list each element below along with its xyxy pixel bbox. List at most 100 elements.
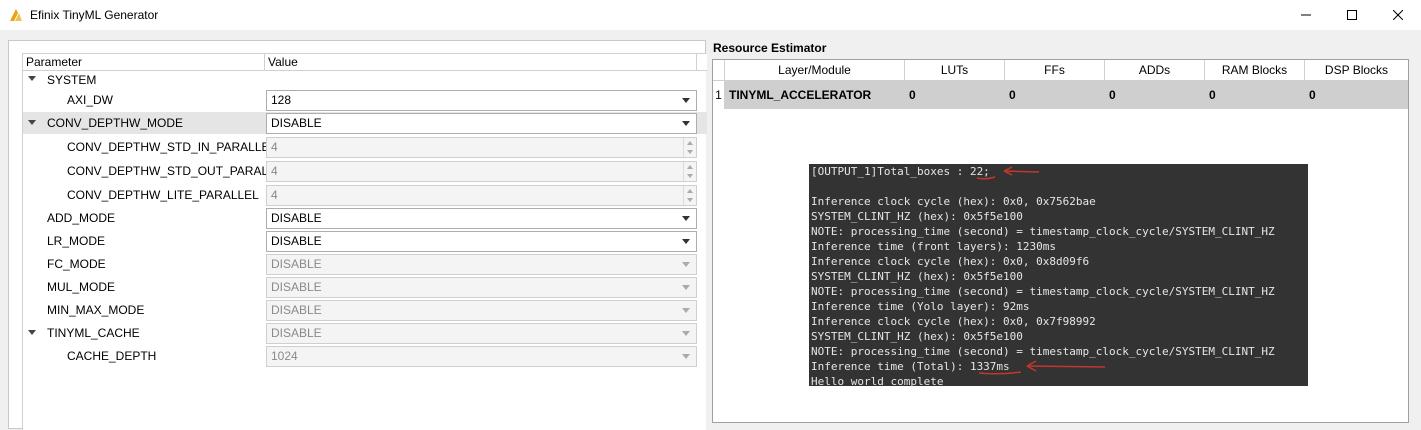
- select-value: DISABLE: [271, 280, 322, 294]
- select-value: DISABLE: [271, 234, 322, 248]
- expand-arrow-icon[interactable]: [27, 328, 37, 338]
- column-header-parameter[interactable]: Parameter: [23, 54, 265, 71]
- tree-row-label: CONV_DEPTHW_MODE: [47, 116, 184, 130]
- spinbox-value: 4: [271, 164, 278, 178]
- chevron-down-icon: [682, 354, 690, 359]
- cell-ffs: 0: [1009, 88, 1016, 102]
- chevron-down-icon: [682, 216, 690, 221]
- column-header-ffs[interactable]: FFs: [1005, 60, 1105, 81]
- lr-mode-select[interactable]: DISABLE: [266, 231, 697, 252]
- chevron-down-icon: [682, 331, 690, 336]
- chevron-down-icon: [682, 308, 690, 313]
- cell-adds: 0: [1109, 88, 1116, 102]
- parameter-tree-header: Parameter Value: [23, 54, 707, 71]
- expand-arrow-icon[interactable]: [27, 74, 37, 84]
- tree-row-conv-depthw-std-out-parallel: CONV_DEPTHW_STD_OUT_PARALLEL 4: [23, 159, 707, 183]
- spin-down-icon[interactable]: [687, 150, 693, 154]
- spin-up-icon[interactable]: [687, 189, 693, 193]
- terminal-output: [OUTPUT_1]Total_boxes : 22; Inference cl…: [809, 164, 1308, 388]
- maximize-icon: [1347, 10, 1357, 20]
- title-bar: Efinix TinyML Generator: [0, 0, 1421, 30]
- tree-row-label: TINYML_CACHE: [47, 326, 140, 340]
- spinbox-buttons[interactable]: [683, 138, 696, 157]
- chevron-down-icon: [682, 285, 690, 290]
- cache-depth-select[interactable]: 1024: [266, 346, 697, 367]
- select-value: DISABLE: [271, 211, 322, 225]
- select-value: DISABLE: [271, 116, 322, 130]
- fc-mode-select[interactable]: DISABLE: [266, 254, 697, 275]
- mul-mode-select[interactable]: DISABLE: [266, 277, 697, 298]
- tree-row-label: FC_MODE: [47, 257, 106, 271]
- axi-dw-select[interactable]: 128: [266, 90, 697, 111]
- column-header-dsp-blocks[interactable]: DSP Blocks: [1305, 60, 1408, 81]
- spin-down-icon[interactable]: [687, 174, 693, 178]
- cell-ram-blocks: 0: [1209, 88, 1216, 102]
- spinbox-value: 4: [271, 188, 278, 202]
- chevron-down-icon: [682, 98, 690, 103]
- spinbox-buttons[interactable]: [683, 162, 696, 181]
- tree-row-fc-mode: FC_MODE DISABLE: [23, 253, 707, 275]
- maximize-button[interactable]: [1329, 0, 1375, 30]
- minimize-button[interactable]: [1283, 0, 1329, 30]
- cell-layer-module: TINYML_ACCELERATOR: [729, 88, 872, 102]
- conv-depthw-lite-parallel-spinbox[interactable]: 4: [266, 185, 697, 206]
- select-value: DISABLE: [271, 326, 322, 340]
- cell-dsp-blocks: 0: [1309, 88, 1316, 102]
- chevron-down-icon: [682, 239, 690, 244]
- tree-row-label: LR_MODE: [47, 234, 106, 248]
- column-header-adds[interactable]: ADDs: [1105, 60, 1205, 81]
- close-icon: [1393, 10, 1403, 20]
- tree-row-system[interactable]: SYSTEM: [23, 72, 707, 87]
- spin-down-icon[interactable]: [687, 198, 693, 202]
- tree-row-label: CONV_DEPTHW_STD_OUT_PARALLEL: [67, 164, 290, 178]
- column-header-layer-module[interactable]: Layer/Module: [725, 60, 905, 81]
- tree-row-tinyml-cache[interactable]: TINYML_CACHE DISABLE: [23, 322, 707, 344]
- select-value: 1024: [271, 349, 298, 363]
- tree-row-axi-dw: AXI_DW 128: [23, 89, 707, 111]
- tree-row-label: MIN_MAX_MODE: [47, 303, 145, 317]
- tree-row-label: ADD_MODE: [47, 211, 116, 225]
- spin-up-icon[interactable]: [687, 141, 693, 145]
- tree-row-mul-mode: MUL_MODE DISABLE: [23, 276, 707, 298]
- tree-row-label: MUL_MODE: [47, 280, 116, 294]
- tree-row-min-max-mode: MIN_MAX_MODE DISABLE: [23, 299, 707, 321]
- window-title: Efinix TinyML Generator: [30, 8, 159, 22]
- tinyml-cache-select[interactable]: DISABLE: [266, 323, 697, 344]
- tree-row-conv-depthw-std-in-parallel: CONV_DEPTHW_STD_IN_PARALLEL 4: [23, 135, 707, 159]
- row-number-header: [713, 60, 725, 81]
- tree-row-label: CONV_DEPTHW_LITE_PARALLEL: [67, 188, 259, 202]
- tree-row-conv-depthw-mode[interactable]: CONV_DEPTHW_MODE DISABLE: [23, 112, 707, 134]
- select-value: DISABLE: [271, 257, 322, 271]
- tree-row-conv-depthw-lite-parallel: CONV_DEPTHW_LITE_PARALLEL 4: [23, 183, 707, 207]
- select-value: DISABLE: [271, 303, 322, 317]
- cell-luts: 0: [909, 88, 916, 102]
- conv-depthw-std-out-parallel-spinbox[interactable]: 4: [266, 161, 697, 182]
- parameter-panel: Parameter Value SYSTEM AXI_DW 128 CONV_D…: [8, 40, 707, 430]
- table-row[interactable]: 1 TINYML_ACCELERATOR 0 0 0 0 0: [713, 81, 1408, 109]
- parameter-tree: Parameter Value SYSTEM AXI_DW 128 CONV_D…: [22, 53, 707, 430]
- spinbox-value: 4: [271, 140, 278, 154]
- tree-row-label: SYSTEM: [47, 72, 97, 87]
- add-mode-select[interactable]: DISABLE: [266, 208, 697, 229]
- expand-arrow-icon[interactable]: [27, 118, 37, 128]
- close-button[interactable]: [1375, 0, 1421, 30]
- column-header-luts[interactable]: LUTs: [905, 60, 1005, 81]
- chevron-down-icon: [682, 262, 690, 267]
- tree-row-add-mode: ADD_MODE DISABLE: [23, 207, 707, 229]
- spinbox-buttons[interactable]: [683, 186, 696, 205]
- spin-up-icon[interactable]: [687, 165, 693, 169]
- tree-row-lr-mode: LR_MODE DISABLE: [23, 230, 707, 252]
- min-max-mode-select[interactable]: DISABLE: [266, 300, 697, 321]
- minimize-icon: [1301, 14, 1311, 16]
- column-header-value[interactable]: Value: [265, 54, 697, 71]
- select-value: 128: [271, 93, 292, 107]
- tree-row-label: CONV_DEPTHW_STD_IN_PARALLEL: [67, 140, 277, 154]
- tree-row-label: AXI_DW: [67, 93, 114, 107]
- column-header-ram-blocks[interactable]: RAM Blocks: [1205, 60, 1305, 81]
- conv-depthw-std-in-parallel-spinbox[interactable]: 4: [266, 137, 697, 158]
- conv-depthw-mode-select[interactable]: DISABLE: [266, 113, 697, 134]
- resource-table-header: Layer/Module LUTs FFs ADDs RAM Blocks DS…: [713, 60, 1408, 81]
- tree-row-cache-depth: CACHE_DEPTH 1024: [23, 345, 707, 367]
- red-annotation-marks: [976, 166, 1106, 375]
- row-number: 1: [713, 81, 725, 109]
